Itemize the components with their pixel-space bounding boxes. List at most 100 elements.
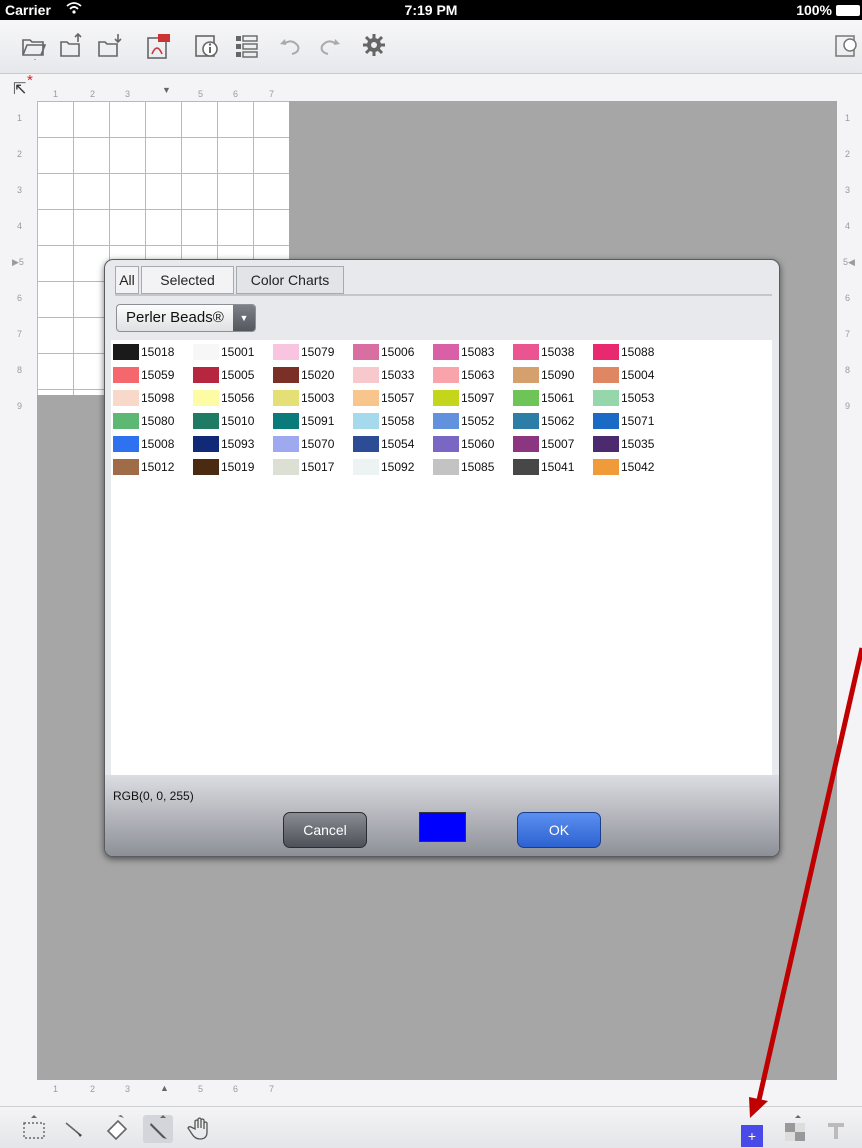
export-icon[interactable] bbox=[96, 32, 124, 60]
ruler-marker-icon[interactable]: ▲ bbox=[160, 1083, 169, 1093]
pdf-export-icon[interactable] bbox=[144, 32, 172, 60]
ok-button[interactable]: OK bbox=[517, 812, 601, 848]
color-swatch[interactable]: 15090 bbox=[513, 366, 593, 384]
color-swatch[interactable]: 15035 bbox=[593, 435, 673, 453]
color-swatch[interactable]: 15063 bbox=[433, 366, 513, 384]
color-swatch[interactable]: 15054 bbox=[353, 435, 433, 453]
swatch-chip bbox=[433, 436, 459, 452]
swatch-chip bbox=[593, 459, 619, 475]
zoom-icon[interactable] bbox=[834, 32, 862, 60]
color-swatch[interactable]: 15059 bbox=[113, 366, 193, 384]
color-swatch[interactable]: 15012 bbox=[113, 458, 193, 476]
ruler-marker-icon[interactable]: 5◀ bbox=[843, 257, 855, 268]
color-swatch[interactable]: 15061 bbox=[513, 389, 593, 407]
swatch-chip bbox=[513, 413, 539, 429]
cancel-button[interactable]: Cancel bbox=[283, 812, 367, 848]
status-bar: Carrier 7:19 PM 100% bbox=[0, 0, 862, 20]
ruler-number: 5 bbox=[198, 89, 204, 99]
rgb-readout: RGB(0, 0, 255) bbox=[113, 789, 194, 803]
swatch-code: 15053 bbox=[621, 391, 655, 405]
color-swatch[interactable]: 15001 bbox=[193, 343, 273, 361]
color-chart-select[interactable]: Perler Beads® ▼ bbox=[116, 304, 256, 332]
color-swatch[interactable]: 15020 bbox=[273, 366, 353, 384]
color-swatch[interactable]: 15080 bbox=[113, 412, 193, 430]
current-color-button[interactable]: + bbox=[741, 1125, 763, 1147]
ruler-number: 7 bbox=[845, 329, 851, 339]
color-swatch[interactable]: 15041 bbox=[513, 458, 593, 476]
tab-color-charts[interactable]: Color Charts bbox=[236, 266, 344, 294]
main-toolbar bbox=[0, 20, 862, 74]
eyedropper-icon[interactable] bbox=[60, 1115, 90, 1143]
color-swatch[interactable]: 15091 bbox=[273, 412, 353, 430]
color-swatch[interactable]: 15070 bbox=[273, 435, 353, 453]
ruler-marker-icon[interactable]: ▼ bbox=[162, 85, 171, 95]
swatch-code: 15085 bbox=[461, 460, 495, 474]
color-swatch[interactable]: 15033 bbox=[353, 366, 433, 384]
color-swatch[interactable]: 15018 bbox=[113, 343, 193, 361]
color-swatch[interactable]: 15058 bbox=[353, 412, 433, 430]
color-swatch[interactable]: 15093 bbox=[193, 435, 273, 453]
settings-gear-icon[interactable] bbox=[360, 32, 388, 60]
info-icon[interactable] bbox=[192, 32, 220, 60]
color-swatch[interactable]: 15056 bbox=[193, 389, 273, 407]
undo-icon[interactable] bbox=[276, 32, 304, 60]
redo-icon[interactable] bbox=[316, 32, 344, 60]
color-swatch[interactable]: 15053 bbox=[593, 389, 673, 407]
color-swatch[interactable]: 15083 bbox=[433, 343, 513, 361]
swatch-code: 15080 bbox=[141, 414, 175, 428]
ruler-number: 6 bbox=[17, 293, 23, 303]
color-swatch[interactable]: 15052 bbox=[433, 412, 513, 430]
swatch-chip bbox=[353, 413, 379, 429]
color-swatch[interactable]: 15010 bbox=[193, 412, 273, 430]
swatch-code: 15033 bbox=[381, 368, 415, 382]
color-swatch[interactable]: 15092 bbox=[353, 458, 433, 476]
open-folder-icon[interactable] bbox=[20, 32, 48, 62]
color-swatch[interactable]: 15006 bbox=[353, 343, 433, 361]
color-swatch[interactable]: 15003 bbox=[273, 389, 353, 407]
color-swatch[interactable]: 15071 bbox=[593, 412, 673, 430]
layout-icon[interactable] bbox=[781, 1115, 811, 1143]
list-icon[interactable] bbox=[232, 32, 260, 60]
ruler-number: 1 bbox=[17, 113, 23, 123]
color-swatch[interactable]: 15088 bbox=[593, 343, 673, 361]
swatch-chip bbox=[113, 344, 139, 360]
color-swatch[interactable]: 15079 bbox=[273, 343, 353, 361]
ruler-marker-icon[interactable]: ▶5 bbox=[12, 257, 24, 268]
color-swatch[interactable]: 15007 bbox=[513, 435, 593, 453]
swatch-code: 15062 bbox=[541, 414, 575, 428]
swatch-code: 15008 bbox=[141, 437, 175, 451]
pencil-icon[interactable] bbox=[143, 1115, 173, 1143]
eraser-icon[interactable] bbox=[102, 1115, 132, 1143]
tab-all[interactable]: All bbox=[115, 266, 139, 294]
color-swatch[interactable]: 15057 bbox=[353, 389, 433, 407]
color-swatch[interactable]: 15004 bbox=[593, 366, 673, 384]
color-swatch[interactable]: 15038 bbox=[513, 343, 593, 361]
color-swatch[interactable]: 15098 bbox=[113, 389, 193, 407]
chevron-down-icon: ▼ bbox=[233, 305, 255, 331]
color-swatch[interactable]: 15019 bbox=[193, 458, 273, 476]
swatch-code: 15041 bbox=[541, 460, 575, 474]
color-swatch[interactable]: 15005 bbox=[193, 366, 273, 384]
swatch-chip bbox=[113, 367, 139, 383]
swatch-code: 15056 bbox=[221, 391, 255, 405]
swatch-chip bbox=[113, 390, 139, 406]
swatch-chip bbox=[113, 436, 139, 452]
swatch-code: 15090 bbox=[541, 368, 575, 382]
tab-selected[interactable]: Selected bbox=[141, 266, 234, 294]
swatch-code: 15097 bbox=[461, 391, 495, 405]
hand-pan-icon[interactable] bbox=[186, 1115, 216, 1143]
color-swatch[interactable]: 15008 bbox=[113, 435, 193, 453]
color-swatch[interactable]: 15017 bbox=[273, 458, 353, 476]
swatch-chip bbox=[193, 390, 219, 406]
ruler-number: 7 bbox=[269, 1084, 275, 1094]
selection-icon[interactable] bbox=[20, 1115, 50, 1143]
color-swatch[interactable]: 15060 bbox=[433, 435, 513, 453]
color-swatch[interactable]: 15097 bbox=[433, 389, 513, 407]
swatch-chip bbox=[593, 367, 619, 383]
color-swatch[interactable]: 15042 bbox=[593, 458, 673, 476]
color-swatch[interactable]: 15085 bbox=[433, 458, 513, 476]
text-tool-icon[interactable] bbox=[822, 1115, 852, 1143]
import-icon[interactable] bbox=[58, 32, 86, 60]
color-swatch[interactable]: 15062 bbox=[513, 412, 593, 430]
swatch-code: 15012 bbox=[141, 460, 175, 474]
